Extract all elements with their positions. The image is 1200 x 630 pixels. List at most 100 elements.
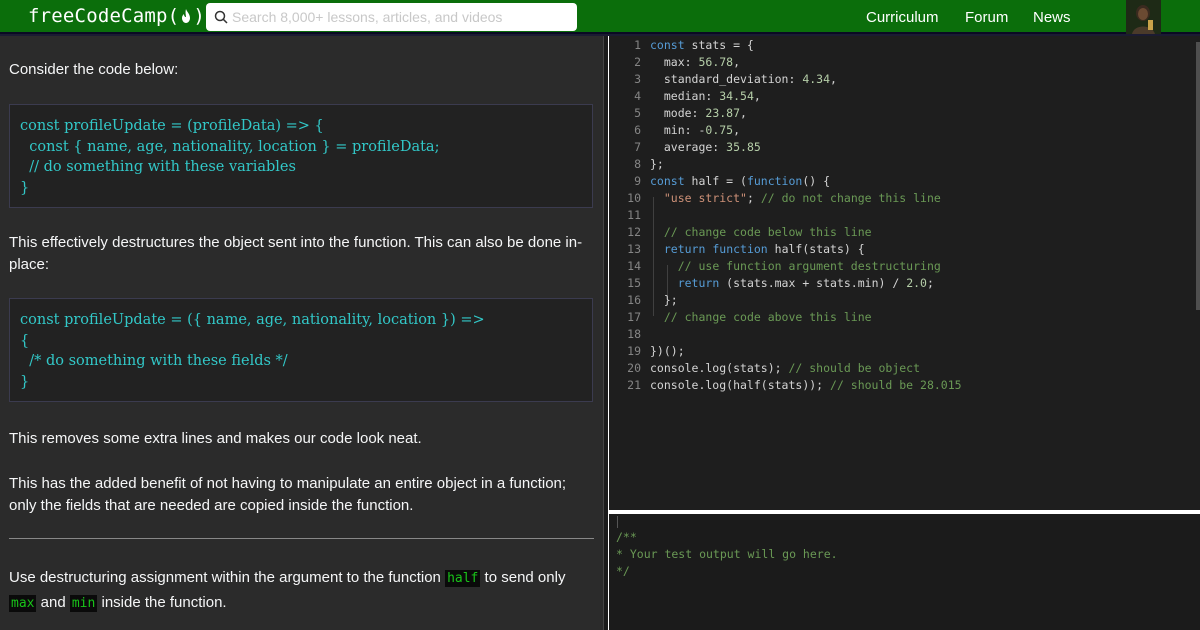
inline-code-max: max (9, 595, 37, 612)
line-number: 8 (634, 157, 641, 171)
code-token: 0.75 (705, 123, 734, 137)
code-token: () { (802, 174, 831, 188)
line-number: 15 (627, 276, 641, 290)
lesson-panel: Consider the code below: const profileUp… (0, 36, 603, 630)
code-token: 2.0 (906, 276, 927, 290)
console-line: /** (616, 530, 637, 544)
search-box[interactable] (206, 3, 577, 31)
line-number: 1 (634, 38, 641, 52)
task-text: and (36, 594, 70, 611)
code-token: return (677, 276, 720, 290)
line-number: 12 (627, 225, 641, 239)
logo-text-close: ) (193, 5, 205, 27)
code-example-1: const profileUpdate = (profileData) => {… (9, 104, 593, 208)
console-cursor (617, 516, 618, 528)
console-line: * Your test output will go here. (616, 547, 838, 561)
divider (9, 538, 594, 539)
code-line: })(); (650, 344, 685, 358)
line-number: 4 (634, 89, 641, 103)
logo-text: freeCodeCamp( (28, 5, 180, 27)
code-token: half = ( (684, 174, 747, 188)
fcc-logo[interactable]: freeCodeCamp( ) (28, 5, 205, 27)
code-line: "use strict"; // do not change this line (650, 191, 941, 205)
code-token: , (830, 72, 837, 86)
code-token: , (740, 106, 747, 120)
task-text: inside the function. (97, 594, 227, 611)
code-line: const profileUpdate = ({ name, age, nati… (20, 312, 485, 328)
code-token: standard_deviation: (650, 72, 803, 86)
line-number: 2 (634, 55, 641, 69)
code-line: // do something with these variables (20, 159, 296, 175)
code-token: // change code above this line (663, 310, 872, 324)
code-token: console.log(half(stats)); (650, 378, 831, 392)
avatar[interactable] (1126, 0, 1161, 34)
code-line: console.log(stats); // should be object (650, 361, 920, 375)
lesson-paragraph: This removes some extra lines and makes … (9, 430, 422, 447)
line-number: 20 (627, 361, 641, 375)
code-token: // use function argument destructuring (677, 259, 941, 273)
code-line: } (20, 179, 30, 196)
nav-news[interactable]: News (1033, 9, 1071, 26)
line-number: 6 (634, 123, 641, 137)
code-line: /* do something with these fields */ (20, 353, 288, 369)
code-token: 23.87 (705, 106, 741, 120)
code-token: median: (650, 89, 720, 103)
line-number: 3 (634, 72, 641, 86)
line-number: 7 (634, 140, 641, 154)
code-token: 56.78 (698, 55, 734, 69)
code-token: })(); (650, 344, 685, 358)
code-token: , (753, 89, 761, 103)
console-line: */ (616, 564, 630, 578)
inline-code-min: min (69, 595, 98, 612)
line-number: 14 (627, 259, 641, 273)
code-line: mode: 23.87, (650, 106, 747, 120)
code-line: return function half(stats) { (650, 242, 865, 256)
test-output-console: /** * Your test output will go here. */ (609, 514, 1200, 630)
code-token: function (712, 242, 768, 256)
code-token: (stats.max + stats.min) / (719, 276, 907, 290)
code-token: }; (650, 293, 678, 307)
code-token: // do not change this line (760, 191, 941, 205)
code-token: return (663, 242, 706, 256)
line-number: 19 (627, 344, 641, 358)
line-number: 21 (627, 378, 641, 392)
code-line: // change code above this line (650, 310, 872, 324)
code-editor[interactable]: 1 const stats = {2 max: 56.78, 3 standard_… (609, 36, 1195, 510)
editor-scrollbar-thumb[interactable] (1196, 42, 1200, 310)
code-token: half(stats) { (767, 242, 865, 256)
code-line: { (20, 332, 30, 349)
code-token: 35.85 (726, 140, 761, 154)
code-line: } (20, 373, 30, 390)
navbar: freeCodeCamp( ) Curriculum Forum News (0, 0, 1200, 34)
code-token: }; (650, 157, 664, 171)
code-line: // change code below this line (650, 225, 872, 239)
code-token: console.log(stats); (650, 361, 789, 375)
code-line: standard_deviation: 4.34, (650, 72, 837, 86)
nav-curriculum[interactable]: Curriculum (866, 9, 939, 26)
code-token: , (733, 55, 741, 69)
code-line: }; (650, 157, 664, 171)
code-token: "use strict" (663, 191, 747, 205)
code-line: console.log(half(stats)); // should be 2… (650, 378, 962, 392)
line-number: 16 (627, 293, 641, 307)
nav-forum[interactable]: Forum (965, 9, 1008, 26)
code-token: , (733, 123, 741, 137)
search-icon (214, 10, 228, 24)
code-token: // should be 28.015 (830, 378, 962, 392)
line-number: 10 (627, 191, 641, 205)
code-token: average: (650, 140, 727, 154)
line-number: 17 (627, 310, 641, 324)
code-token: 4.34 (802, 72, 831, 86)
search-input[interactable] (232, 9, 572, 25)
code-token: ; (746, 191, 761, 205)
line-number: 11 (627, 208, 641, 222)
lesson-paragraph: This effectively destructures the object… (9, 234, 583, 273)
task-text: Use destructuring assignment within the … (9, 569, 446, 586)
code-token: stats = { (684, 38, 754, 52)
code-token: // should be object (788, 361, 921, 375)
line-number: 13 (627, 242, 641, 256)
